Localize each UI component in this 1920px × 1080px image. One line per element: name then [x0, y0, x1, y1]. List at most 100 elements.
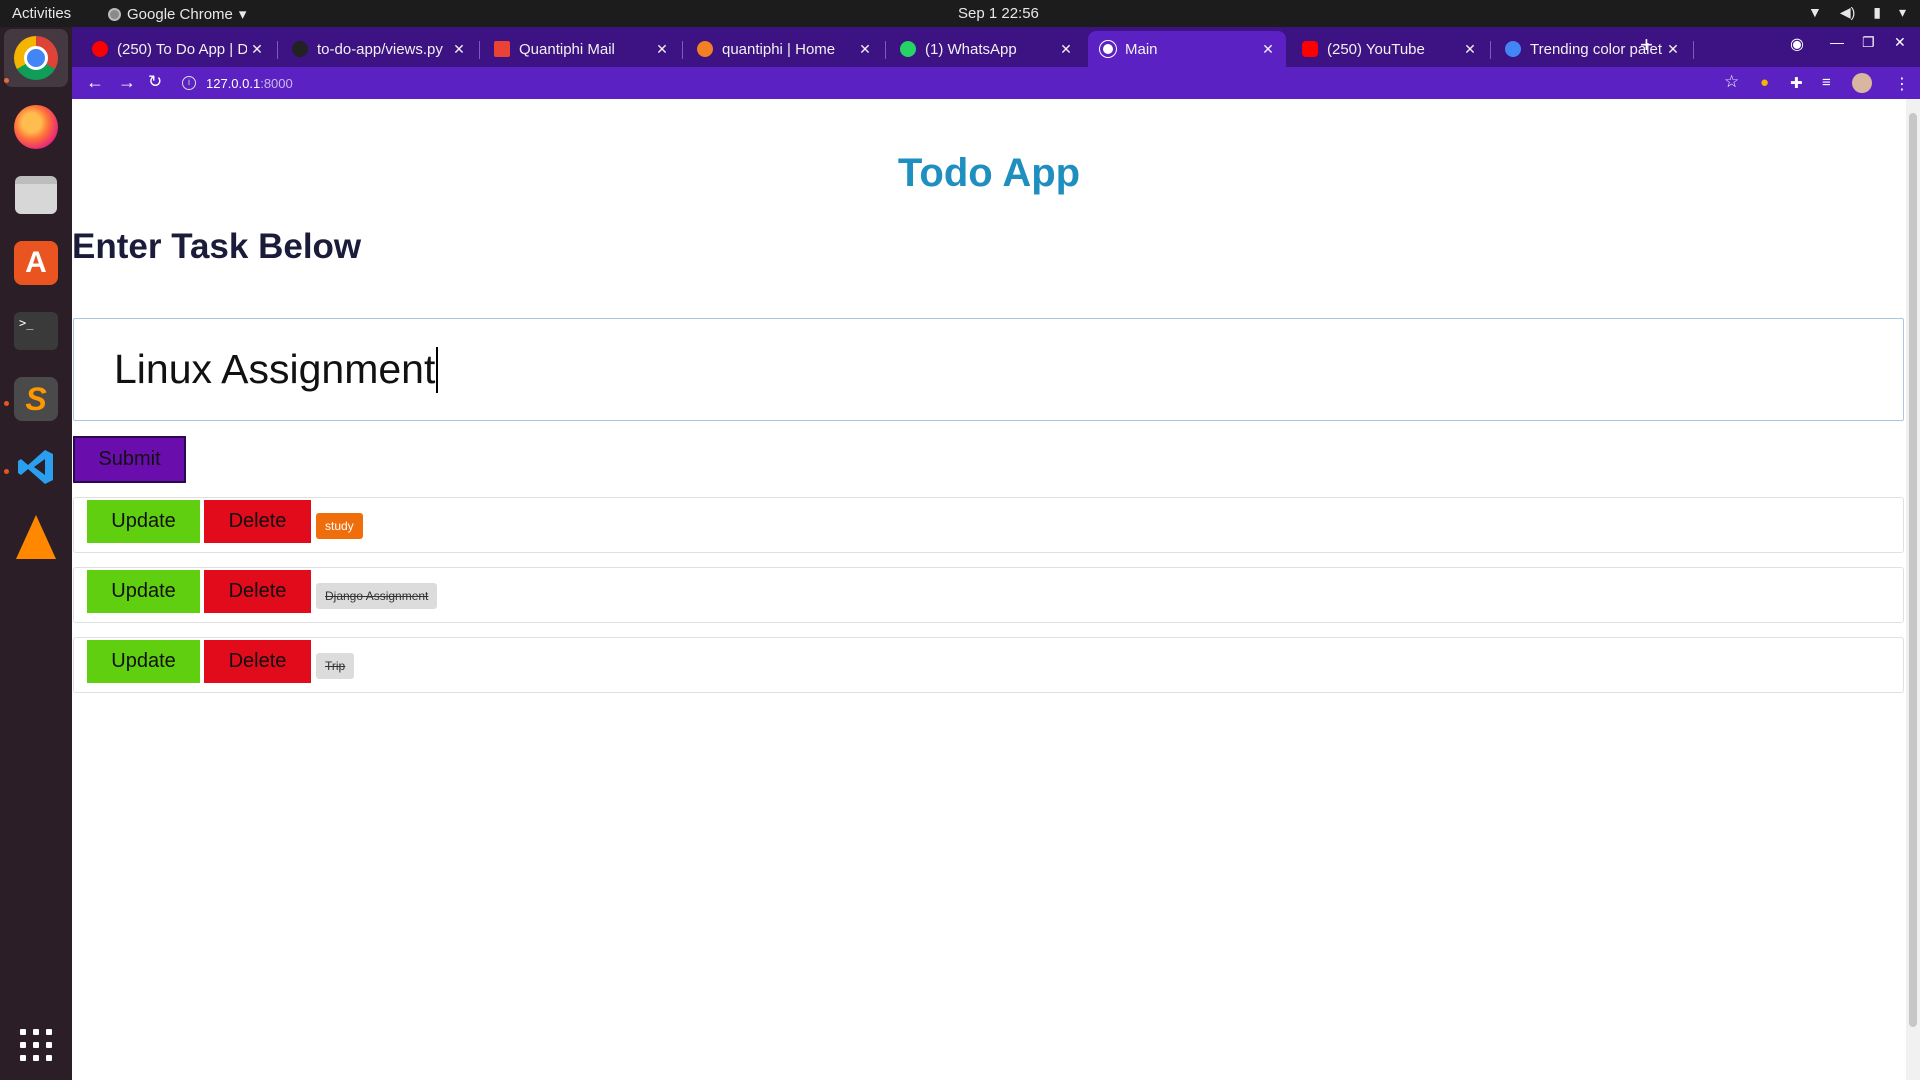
- dock-sublime[interactable]: S: [12, 375, 60, 423]
- tab-todo-app[interactable]: (250) To Do App | Dj ✕: [80, 31, 275, 67]
- close-icon[interactable]: ✕: [1663, 41, 1683, 58]
- tab-title: (1) WhatsApp: [925, 40, 1017, 58]
- todo-row: Update Delete Trip: [73, 637, 1904, 693]
- tab-gmail[interactable]: Quantiphi Mail ✕: [482, 31, 680, 67]
- tab-title: (250) To Do App | Dj: [117, 40, 247, 58]
- forward-icon[interactable]: →: [118, 72, 136, 93]
- wifi-icon: ▼: [1807, 4, 1822, 20]
- tab-search-icon[interactable]: ◉: [1790, 34, 1804, 54]
- task-badge: Trip: [316, 653, 355, 679]
- tab-quantiphi-home[interactable]: quantiphi | Home ✕: [685, 31, 883, 67]
- close-icon[interactable]: ✕: [449, 41, 469, 58]
- software-store-icon: A: [14, 241, 58, 285]
- files-icon: [15, 176, 57, 214]
- app-menu[interactable]: Google Chrome ▾: [108, 5, 246, 23]
- page-scrollbar[interactable]: [1906, 99, 1920, 1080]
- minimize-icon[interactable]: —: [1830, 34, 1844, 50]
- dock-vscode[interactable]: [12, 443, 60, 491]
- sublime-text-icon: S: [14, 377, 58, 421]
- reload-icon[interactable]: ↻: [148, 72, 162, 92]
- update-button[interactable]: Update: [87, 570, 200, 613]
- google-icon: [1505, 41, 1521, 57]
- dock-vlc[interactable]: [12, 513, 60, 561]
- tab-whatsapp[interactable]: (1) WhatsApp ✕: [888, 31, 1084, 67]
- gmail-icon: [494, 41, 510, 57]
- task-input[interactable]: Linux Assignment: [73, 318, 1904, 421]
- site-icon: [697, 41, 713, 57]
- dock-chrome[interactable]: [4, 29, 68, 87]
- system-tray[interactable]: ▼ ◀) ▮ ▾: [1808, 4, 1906, 21]
- show-applications-icon[interactable]: [20, 1029, 52, 1061]
- chrome-app-icon: [108, 7, 121, 21]
- github-icon: [292, 41, 308, 57]
- activities-button[interactable]: Activities: [12, 5, 71, 22]
- youtube-icon: [92, 41, 108, 57]
- dock-firefox[interactable]: [12, 103, 60, 151]
- url-port: :8000: [260, 75, 293, 91]
- whatsapp-icon: [900, 41, 916, 57]
- task-badge: study: [316, 513, 363, 539]
- terminal-icon: >_: [14, 312, 58, 350]
- extensions-puzzle-icon[interactable]: ✚: [1790, 74, 1803, 92]
- kebab-menu-icon[interactable]: ⋮: [1894, 74, 1910, 94]
- running-indicator: [4, 469, 9, 474]
- dock-terminal[interactable]: >_: [12, 307, 60, 355]
- task-badge: Django Assignment: [316, 583, 438, 609]
- scrollbar-thumb[interactable]: [1909, 113, 1917, 1027]
- tab-title: (250) YouTube: [1327, 40, 1425, 58]
- todo-row: Update Delete Django Assignment: [73, 567, 1904, 623]
- new-tab-button[interactable]: +: [1640, 32, 1653, 58]
- browser-toolbar: ← → ↻ i 127.0.0.1:8000 ☆ ● ✚ ≡ ⋮: [72, 67, 1920, 99]
- todo-row: Update Delete study: [73, 497, 1904, 553]
- section-heading: Enter Task Below: [72, 227, 362, 266]
- tab-title: quantiphi | Home: [722, 40, 836, 58]
- window-close-icon[interactable]: ✕: [1894, 34, 1906, 51]
- youtube-icon: [1302, 41, 1318, 57]
- delete-button[interactable]: Delete: [204, 640, 311, 683]
- close-icon[interactable]: ✕: [1258, 41, 1278, 58]
- tab-main[interactable]: Main ✕: [1088, 31, 1286, 67]
- bookmark-star-icon[interactable]: ☆: [1724, 72, 1739, 92]
- close-icon[interactable]: ✕: [1460, 41, 1480, 58]
- chrome-icon: [14, 36, 58, 80]
- delete-button[interactable]: Delete: [204, 570, 311, 613]
- tab-github[interactable]: to-do-app/views.py ✕: [280, 31, 477, 67]
- page-title: Todo App: [897, 151, 1081, 195]
- dock: A >_ S: [0, 27, 72, 1080]
- close-icon[interactable]: ✕: [1056, 41, 1076, 58]
- task-input-value: Linux Assignment: [114, 346, 436, 392]
- globe-icon: [1100, 41, 1116, 57]
- app-menu-label: Google Chrome: [127, 5, 233, 23]
- tab-title: Quantiphi Mail: [519, 40, 615, 58]
- web-page: Todo App Enter Task Below Linux Assignme…: [72, 99, 1906, 1080]
- firefox-icon: [14, 105, 58, 149]
- address-bar[interactable]: i 127.0.0.1:8000: [182, 70, 1812, 96]
- update-button[interactable]: Update: [87, 640, 200, 683]
- vscode-icon: [14, 445, 58, 489]
- running-indicator: [4, 401, 9, 406]
- close-icon[interactable]: ✕: [247, 41, 267, 58]
- update-button[interactable]: Update: [87, 500, 200, 543]
- tab-youtube[interactable]: (250) YouTube ✕: [1290, 31, 1488, 67]
- tab-color-palette[interactable]: Trending color palet ✕: [1493, 31, 1691, 67]
- back-icon[interactable]: ←: [86, 72, 104, 93]
- media-control-icon[interactable]: ≡: [1822, 74, 1831, 91]
- cookie-extension-icon[interactable]: ●: [1760, 74, 1769, 91]
- system-top-bar: Activities Google Chrome ▾ Sep 1 22:56 ▼…: [0, 0, 1920, 27]
- dock-files[interactable]: [12, 171, 60, 219]
- close-icon[interactable]: ✕: [855, 41, 875, 58]
- close-icon[interactable]: ✕: [652, 41, 672, 58]
- clock[interactable]: Sep 1 22:56: [958, 5, 1039, 22]
- url-host: 127.0.0.1: [206, 75, 261, 91]
- delete-button[interactable]: Delete: [204, 500, 311, 543]
- battery-icon: ▮: [1873, 4, 1881, 20]
- chevron-down-icon: ▾: [1898, 4, 1906, 20]
- profile-avatar[interactable]: [1852, 73, 1872, 93]
- submit-button[interactable]: Submit: [73, 436, 186, 483]
- tab-title: to-do-app/views.py: [317, 40, 443, 58]
- dock-software[interactable]: A: [12, 239, 60, 287]
- volume-icon: ◀): [1839, 4, 1856, 20]
- site-info-icon[interactable]: i: [182, 76, 196, 90]
- restore-icon[interactable]: ❐: [1862, 34, 1875, 51]
- vlc-icon: [16, 515, 56, 559]
